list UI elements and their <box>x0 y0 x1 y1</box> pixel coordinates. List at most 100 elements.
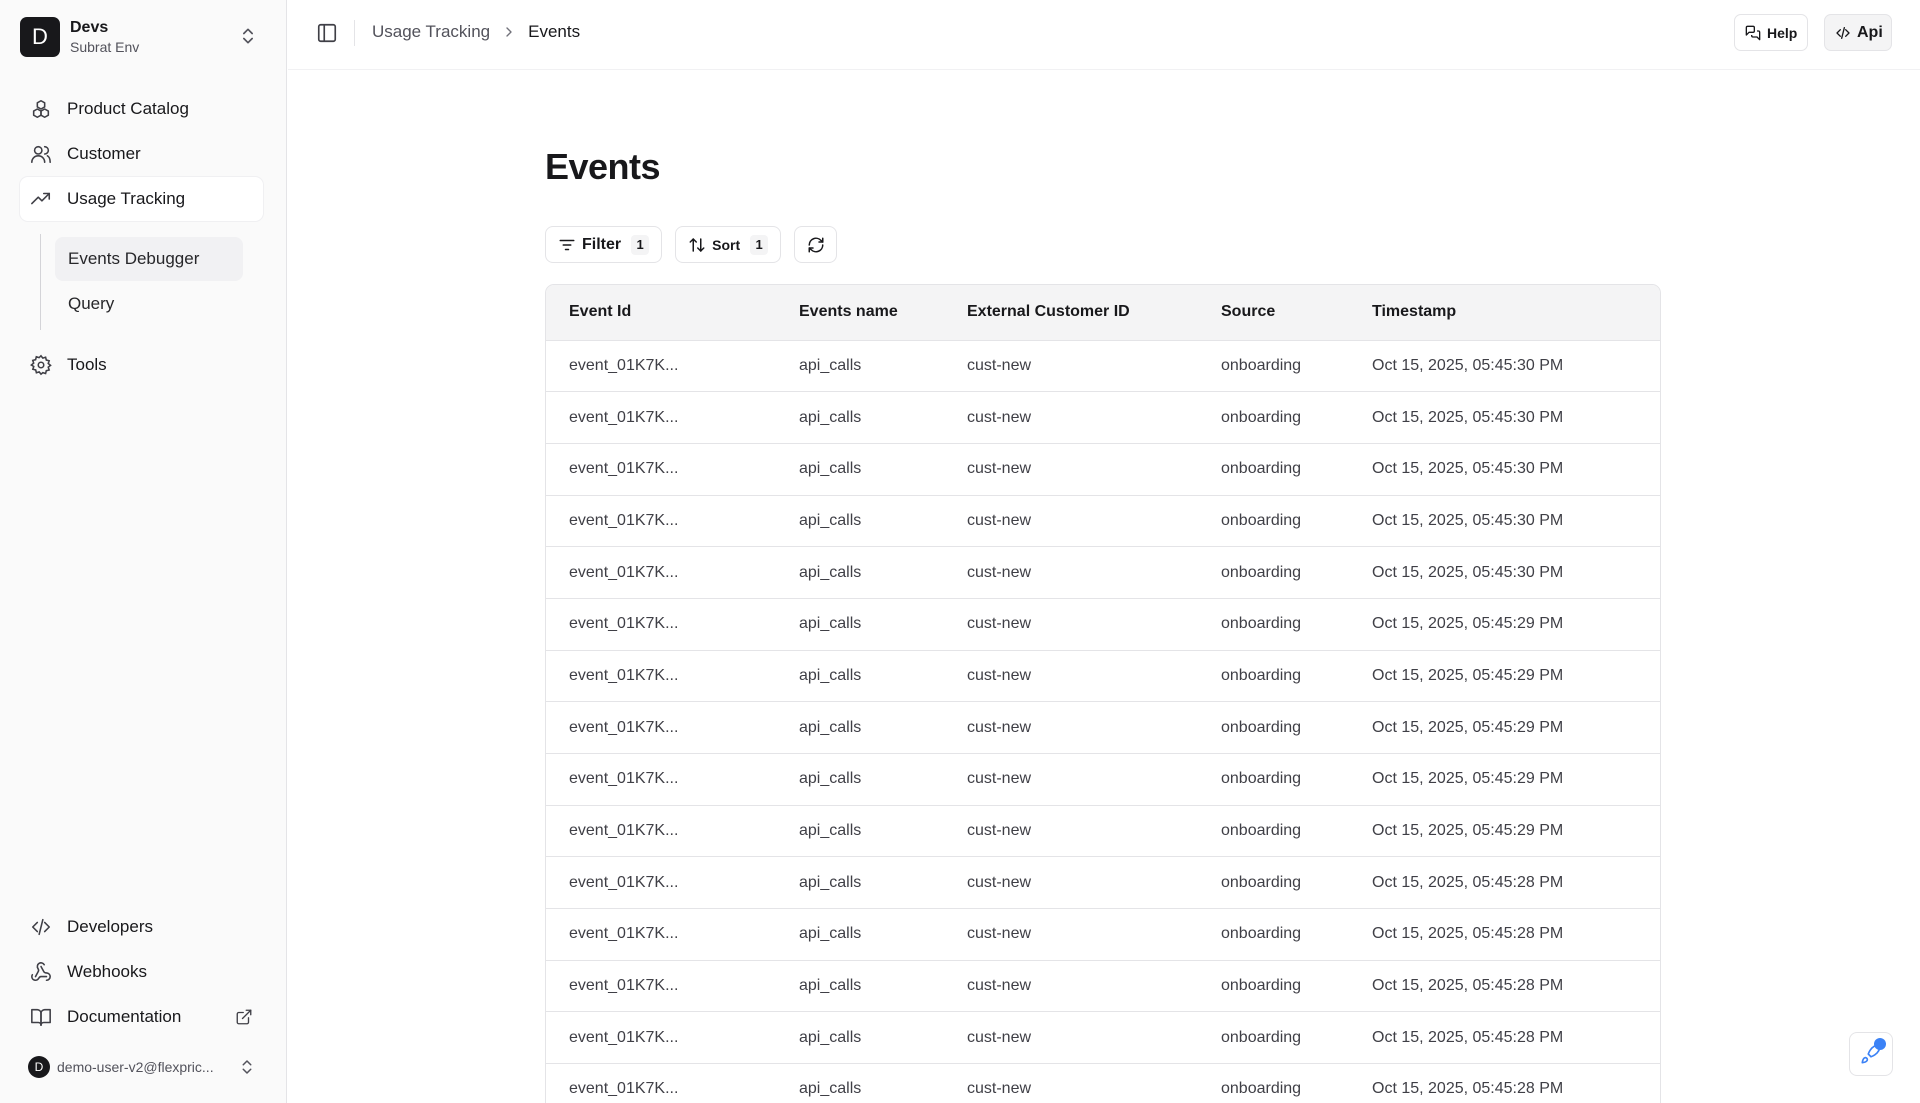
user-menu[interactable]: D demo-user-v2@flexpric... <box>28 1056 266 1078</box>
table-row[interactable]: event_01K7K... api_calls cust-new onboardin… <box>546 1063 1660 1103</box>
table-cell: cust-new <box>944 340 1198 393</box>
table-cell: event_01K7K... <box>546 1011 776 1065</box>
table-row[interactable]: event_01K7K... api_calls cust-new onboardin… <box>546 443 1660 496</box>
table-cell: Oct 15, 2025, 05:45:30 PM <box>1349 495 1660 548</box>
refresh-button[interactable] <box>794 226 838 263</box>
launcher-button[interactable] <box>1849 1032 1893 1076</box>
table-cell: api_calls <box>776 391 944 444</box>
table-cell: onboarding <box>1198 598 1349 651</box>
table-row[interactable]: event_01K7K... api_calls cust-new onboardin… <box>546 495 1660 548</box>
sidebar-item-product-catalog[interactable]: Product Catalog <box>20 87 263 131</box>
page-title: Events <box>545 146 661 187</box>
code-icon <box>30 916 52 938</box>
sidebar-subitem-label: Events Debugger <box>68 249 200 268</box>
sidebar-subitem-events-debugger[interactable]: Events Debugger <box>55 237 243 281</box>
table-cell: Oct 15, 2025, 05:45:30 PM <box>1349 391 1660 444</box>
sidebar-item-label: Developers <box>67 917 153 936</box>
table-row[interactable]: event_01K7K... api_calls cust-new onboardin… <box>546 340 1660 393</box>
message-icon <box>1745 25 1761 41</box>
subnav-divider <box>40 234 41 330</box>
filter-button[interactable]: Filter 1 <box>545 226 663 263</box>
table-cell: onboarding <box>1198 546 1349 599</box>
sidebar-item-tools[interactable]: Tools <box>20 343 263 387</box>
table-cell: onboarding <box>1198 856 1349 910</box>
help-label: Help <box>1767 24 1798 41</box>
table-cell: event_01K7K... <box>546 701 776 754</box>
sidebar-item-customer[interactable]: Customer <box>20 132 263 176</box>
table-cell: onboarding <box>1198 1011 1349 1065</box>
sidebar-item-webhooks[interactable]: Webhooks <box>20 950 263 994</box>
table-header-row: Event Id Events name External Customer I… <box>546 285 1660 341</box>
table-cell: cust-new <box>944 598 1198 651</box>
table-cell: cust-new <box>944 650 1198 703</box>
table-cell: api_calls <box>776 546 944 599</box>
sidebar-item-documentation[interactable]: Documentation <box>20 995 263 1039</box>
table-cell: api_calls <box>776 1063 944 1103</box>
table-cell: onboarding <box>1198 495 1349 548</box>
table-cell: event_01K7K... <box>546 753 776 806</box>
refresh-icon <box>807 236 825 254</box>
table-cell: cust-new <box>944 1063 1198 1103</box>
table-row[interactable]: event_01K7K... api_calls cust-new onboardin… <box>546 753 1660 806</box>
table-cell: Oct 15, 2025, 05:45:30 PM <box>1349 546 1660 599</box>
sort-button[interactable]: Sort 1 <box>675 226 782 263</box>
api-button[interactable]: Api <box>1824 14 1892 51</box>
help-button[interactable]: Help <box>1734 14 1808 51</box>
sidebar-item-usage-tracking[interactable]: Usage Tracking <box>20 177 263 221</box>
breadcrumb-parent[interactable]: Usage Tracking <box>372 22 490 42</box>
trending-up-icon <box>30 188 52 210</box>
table-cell: event_01K7K... <box>546 443 776 496</box>
webhook-icon <box>30 961 52 983</box>
table-cell: event_01K7K... <box>546 908 776 961</box>
table-cell: api_calls <box>776 598 944 651</box>
table-cell: Oct 15, 2025, 05:45:29 PM <box>1349 598 1660 651</box>
table-row[interactable]: event_01K7K... api_calls cust-new onboardin… <box>546 856 1660 910</box>
sort-label: Sort <box>712 236 741 253</box>
table-cell: event_01K7K... <box>546 598 776 651</box>
table-cell: event_01K7K... <box>546 546 776 599</box>
table-cell: api_calls <box>776 856 944 910</box>
table-row[interactable]: event_01K7K... api_calls cust-new onboardin… <box>546 701 1660 754</box>
workspace-switcher[interactable]: D Devs Subrat Env <box>20 16 266 58</box>
table-cell: event_01K7K... <box>546 650 776 703</box>
user-email: demo-user-v2@flexpric... <box>57 1059 214 1075</box>
filter-label: Filter <box>582 235 622 253</box>
gear-icon <box>30 354 52 376</box>
table-cell: onboarding <box>1198 1063 1349 1103</box>
table-cell: Oct 15, 2025, 05:45:28 PM <box>1349 960 1660 1013</box>
sidebar: D Devs Subrat Env Product Catalog Custom… <box>0 0 287 1103</box>
table-cell: onboarding <box>1198 960 1349 1013</box>
sidebar-item-label: Customer <box>67 144 141 163</box>
table-cell: onboarding <box>1198 701 1349 754</box>
breadcrumb-current: Events <box>528 22 581 41</box>
filter-icon <box>558 236 576 254</box>
sidebar-item-developers[interactable]: Developers <box>20 905 263 949</box>
events-table: Event Id Events name External Customer I… <box>545 284 1661 1103</box>
table-cell: Oct 15, 2025, 05:45:30 PM <box>1349 340 1660 393</box>
table-row[interactable]: event_01K7K... api_calls cust-new onboardin… <box>546 391 1660 444</box>
table-cell: api_calls <box>776 650 944 703</box>
table-cell: cust-new <box>944 753 1198 806</box>
sidebar-item-label: Product Catalog <box>67 99 189 118</box>
table-cell: Oct 15, 2025, 05:45:29 PM <box>1349 805 1660 858</box>
table-cell: cust-new <box>944 443 1198 496</box>
sidebar-subitem-query[interactable]: Query <box>55 282 243 326</box>
sidebar-item-label: Webhooks <box>67 962 148 981</box>
table-row[interactable]: event_01K7K... api_calls cust-new onboardin… <box>546 960 1660 1013</box>
workspace-env: Subrat Env <box>70 39 140 55</box>
table-row[interactable]: event_01K7K... api_calls cust-new onboardin… <box>546 805 1660 858</box>
table-row[interactable]: event_01K7K... api_calls cust-new onboardin… <box>546 1011 1660 1065</box>
table-cell: cust-new <box>944 1011 1198 1065</box>
column-header: Timestamp <box>1349 285 1660 341</box>
sidebar-toggle-icon[interactable] <box>316 22 338 44</box>
table-row[interactable]: event_01K7K... api_calls cust-new onboardin… <box>546 598 1660 651</box>
table-cell: onboarding <box>1198 443 1349 496</box>
top-bar: Usage Tracking Events Help Api <box>288 0 1920 70</box>
table-cell: api_calls <box>776 701 944 754</box>
table-row[interactable]: event_01K7K... api_calls cust-new onboardin… <box>546 650 1660 703</box>
table-cell: cust-new <box>944 856 1198 910</box>
table-row[interactable]: event_01K7K... api_calls cust-new onboardin… <box>546 546 1660 599</box>
column-header: Source <box>1198 285 1349 341</box>
table-row[interactable]: event_01K7K... api_calls cust-new onboardin… <box>546 908 1660 961</box>
table-cell: event_01K7K... <box>546 340 776 393</box>
